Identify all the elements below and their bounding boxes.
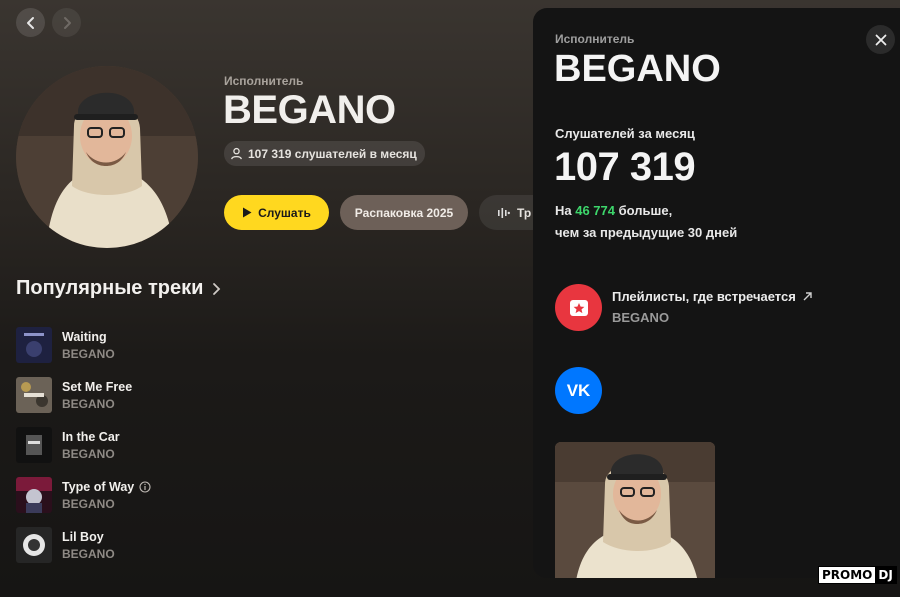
- third-button-label: Тр: [517, 205, 532, 220]
- vk-link-button[interactable]: VK: [555, 367, 602, 414]
- chevron-right-icon: [63, 16, 71, 29]
- playlists-icon-button[interactable]: [555, 284, 602, 331]
- track-artist[interactable]: BEGANO: [62, 547, 115, 561]
- watermark-part1: PROMO: [819, 567, 876, 583]
- track-row[interactable]: In the Car BEGANO: [16, 426, 336, 464]
- track-row[interactable]: Set Me Free BEGANO: [16, 376, 336, 414]
- info-icon[interactable]: [139, 480, 151, 493]
- popular-tracks-title: Популярные треки: [16, 277, 204, 299]
- listeners-badge: 107 319 слушателей в месяц: [224, 141, 425, 166]
- vk-icon: VK: [566, 380, 591, 400]
- listen-button[interactable]: Слушать: [224, 195, 329, 230]
- back-button[interactable]: [16, 8, 45, 37]
- track-artist[interactable]: BEGANO: [62, 497, 151, 511]
- artist-info-panel: Исполнитель BEGANO Слушателей за месяц 1…: [533, 8, 900, 578]
- close-icon: [875, 34, 886, 45]
- track-cover: [16, 327, 52, 363]
- popular-tracks-heading[interactable]: Популярные треки: [16, 277, 221, 300]
- close-button[interactable]: [866, 25, 895, 54]
- monthly-listeners-label: Слушателей за месяц: [555, 126, 695, 141]
- delta-line2: чем за предыдущие 30 дней: [555, 225, 738, 240]
- track-cover: [16, 477, 52, 513]
- track-cover: [16, 527, 52, 563]
- play-icon: [243, 207, 252, 218]
- artist-avatar: [16, 66, 198, 248]
- delta-prefix: На: [555, 203, 576, 218]
- unpack-button-label: Распаковка 2025: [354, 205, 454, 220]
- track-title: In the Car: [62, 429, 120, 444]
- chevron-right-icon: [213, 282, 221, 295]
- track-title: Type of Way: [62, 479, 135, 494]
- unpack-2025-button[interactable]: Распаковка 2025: [340, 195, 468, 230]
- track-artist[interactable]: BEGANO: [62, 397, 132, 411]
- artist-name: BEGANO: [223, 88, 396, 132]
- watermark-part2: DJ: [875, 567, 896, 583]
- playlists-subtitle: BEGANO: [612, 310, 670, 325]
- track-cover: [16, 427, 52, 463]
- playlists-title: Плейлисты, где встречается: [612, 289, 796, 304]
- user-icon: [231, 147, 242, 160]
- panel-artist-name: BEGANO: [554, 48, 721, 90]
- watermark-logo: PROMO DJ: [818, 566, 897, 584]
- delta-suffix: больше,: [615, 203, 673, 218]
- track-artist[interactable]: BEGANO: [62, 347, 115, 361]
- playlist-star-icon: [569, 299, 588, 316]
- forward-button[interactable]: [52, 8, 81, 37]
- track-row[interactable]: Waiting BEGANO: [16, 326, 336, 364]
- chevron-left-icon: [26, 16, 34, 29]
- external-arrow-icon: [803, 292, 812, 301]
- monthly-listeners-value: 107 319: [554, 145, 696, 189]
- panel-kicker: Исполнитель: [555, 32, 635, 46]
- listen-button-label: Слушать: [258, 205, 311, 220]
- track-cover: [16, 377, 52, 413]
- waveform-icon: [498, 207, 510, 218]
- playlists-link[interactable]: Плейлисты, где встречается: [612, 289, 813, 304]
- track-artist[interactable]: BEGANO: [62, 447, 120, 461]
- track-title: Lil Boy: [62, 529, 104, 544]
- artist-photo[interactable]: [555, 442, 715, 578]
- listeners-count: 107 319 слушателей в месяц: [248, 146, 417, 161]
- listeners-delta: На 46 774 больше, чем за предыдущие 30 д…: [555, 200, 737, 244]
- track-title: Set Me Free: [62, 379, 133, 394]
- track-title: Waiting: [62, 329, 107, 344]
- track-row[interactable]: Type of Way BEGANO: [16, 476, 336, 514]
- track-row[interactable]: Lil Boy BEGANO: [16, 526, 336, 564]
- delta-value: 46 774: [575, 203, 615, 218]
- artist-kicker: Исполнитель: [224, 74, 304, 88]
